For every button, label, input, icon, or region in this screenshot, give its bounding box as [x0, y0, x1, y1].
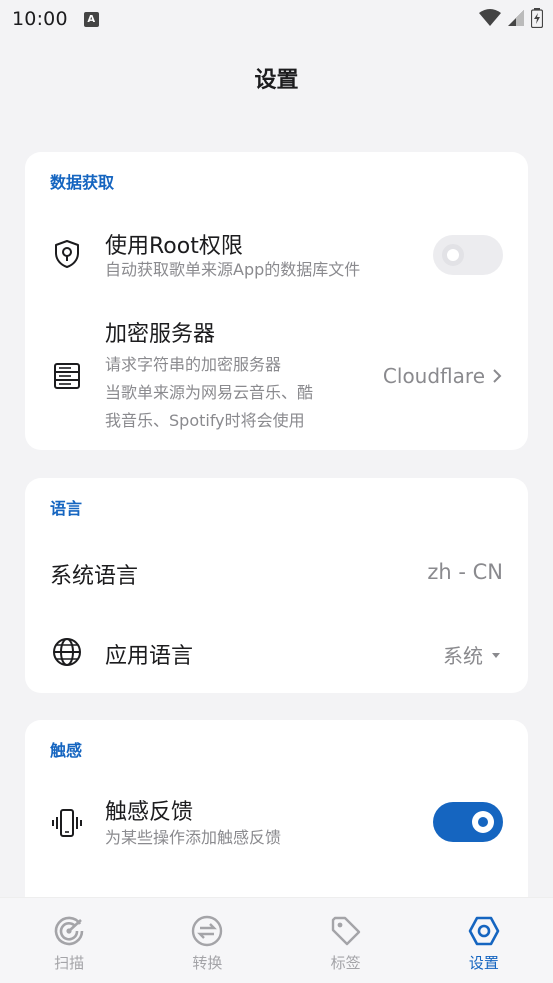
- nav-label-scan: 扫描: [54, 954, 85, 972]
- globe-icon: [53, 638, 81, 666]
- settings-icon: [468, 916, 500, 946]
- data-acquisition-card: 数据获取 使用Root权限 自动获取歌单来源App的数据库文件 加密服务器 请求…: [25, 152, 528, 450]
- haptic-feedback-toggle[interactable]: [433, 802, 503, 842]
- chevron-right-icon: [493, 369, 502, 383]
- nav-label-tag: 标签: [330, 954, 361, 972]
- nav-item-convert[interactable]: 转换: [138, 898, 276, 983]
- app-language-row[interactable]: 应用语言 系统: [25, 620, 528, 684]
- encryption-server-subtitle-3: 我音乐、Spotify时将会使用: [105, 411, 305, 430]
- battery-icon: [531, 8, 543, 28]
- tag-icon: [331, 916, 360, 946]
- section-title-data: 数据获取: [50, 173, 115, 192]
- encryption-server-value[interactable]: Cloudflare: [383, 364, 503, 388]
- haptic-card: 触感 触感反馈 为某些操作添加触感反馈: [25, 720, 528, 920]
- root-permission-toggle[interactable]: [433, 235, 503, 275]
- language-card: 语言 系统语言 zh - CN 应用语言 系统: [25, 478, 528, 693]
- toggle-knob: [442, 244, 464, 266]
- encryption-server-subtitle-1: 请求字符串的加密服务器: [105, 355, 282, 374]
- toggle-knob: [472, 811, 494, 833]
- app-language-title: 应用语言: [105, 644, 194, 669]
- convert-icon: [192, 915, 223, 947]
- signal-icon: [508, 10, 524, 26]
- bottom-navigation: 扫描 转换 标签 设置: [0, 897, 553, 983]
- scan-icon: [54, 916, 84, 946]
- app-language-dropdown[interactable]: 系统: [443, 640, 503, 669]
- nav-item-tag[interactable]: 标签: [277, 898, 415, 983]
- nav-item-settings[interactable]: 设置: [415, 898, 553, 983]
- server-list-icon: [54, 363, 80, 389]
- encryption-server-row[interactable]: 加密服务器 请求字符串的加密服务器 当歌单来源为网易云音乐、酷 我音乐、Spot…: [25, 310, 528, 440]
- section-title-language: 语言: [50, 499, 83, 518]
- root-permission-subtitle: 自动获取歌单来源App的数据库文件: [105, 260, 361, 279]
- encryption-server-subtitle-2: 当歌单来源为网易云音乐、酷: [105, 383, 314, 402]
- nav-label-convert: 转换: [192, 954, 223, 972]
- haptic-feedback-title: 触感反馈: [105, 800, 194, 825]
- vibration-icon: [52, 809, 82, 837]
- system-language-value: zh - CN: [427, 560, 503, 584]
- section-title-haptic: 触感: [50, 741, 83, 760]
- root-permission-row[interactable]: 使用Root权限 自动获取歌单来源App的数据库文件: [25, 212, 528, 292]
- nav-label-settings: 设置: [468, 954, 499, 972]
- haptic-feedback-subtitle: 为某些操作添加触感反馈: [105, 828, 282, 847]
- system-language-title: 系统语言: [50, 564, 139, 589]
- status-bar: 10:00 A: [0, 0, 553, 38]
- notification-icon: A: [83, 11, 99, 27]
- nav-item-scan[interactable]: 扫描: [0, 898, 138, 983]
- status-time: 10:00: [12, 8, 68, 30]
- encryption-server-title: 加密服务器: [105, 322, 216, 347]
- status-icons: [479, 8, 543, 28]
- wifi-icon: [479, 9, 501, 26]
- caret-down-icon: [492, 652, 500, 658]
- page-title: 设置: [254, 68, 299, 93]
- encryption-server-value-text: Cloudflare: [382, 364, 485, 388]
- haptic-feedback-row[interactable]: 触感反馈 为某些操作添加触感反馈: [25, 782, 528, 862]
- shield-key-icon: [55, 240, 79, 268]
- app-language-value: 系统: [443, 644, 483, 668]
- system-language-row[interactable]: 系统语言 zh - CN: [25, 540, 528, 604]
